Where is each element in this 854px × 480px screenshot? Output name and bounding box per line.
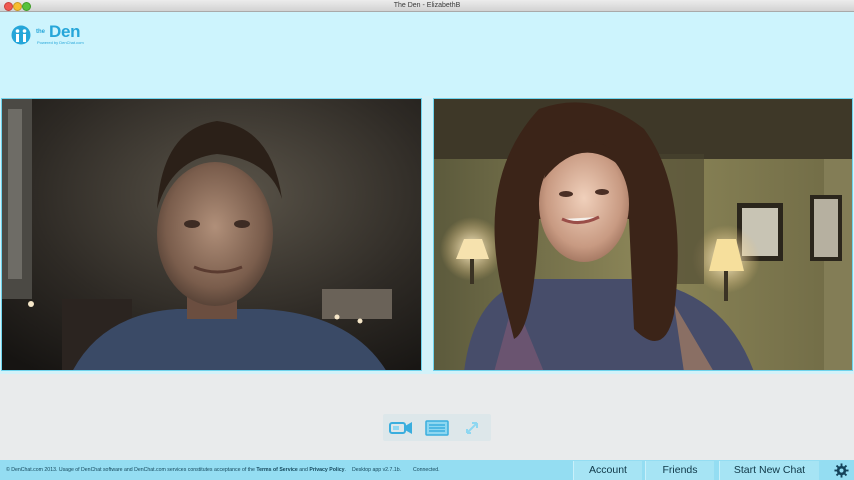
logo-tagline: Powered by DenChat.com bbox=[37, 40, 84, 45]
copyright-text: © DenChat.com 2013. Usage of DenChat sof… bbox=[6, 467, 257, 473]
resize-button[interactable] bbox=[460, 419, 486, 437]
connection-status: Connected. bbox=[413, 467, 440, 473]
app-footer: © DenChat.com 2013. Usage of DenChat sof… bbox=[0, 460, 854, 480]
video-feed-left bbox=[2, 99, 421, 370]
logo-text-big: Den bbox=[49, 22, 81, 41]
and-text: and bbox=[297, 467, 310, 473]
camera-icon bbox=[389, 421, 412, 434]
remote-video-left[interactable] bbox=[1, 98, 422, 371]
footer-legal-text: © DenChat.com 2013. Usage of DenChat sof… bbox=[6, 460, 440, 480]
remote-video-right[interactable] bbox=[433, 98, 853, 371]
start-new-chat-button[interactable]: Start New Chat bbox=[719, 461, 819, 480]
camera-button[interactable] bbox=[388, 419, 414, 437]
account-button[interactable]: Account bbox=[573, 461, 642, 480]
video-feed-right bbox=[434, 99, 852, 370]
chat-icon bbox=[425, 419, 449, 436]
window-title: The Den - ElizabethB bbox=[393, 2, 461, 9]
friends-button[interactable]: Friends bbox=[645, 461, 714, 480]
app-version: Desktop app v2.7.1b. bbox=[352, 467, 402, 473]
gear-icon[interactable] bbox=[834, 463, 849, 478]
period-text: . bbox=[344, 467, 346, 473]
resize-icon bbox=[466, 421, 478, 434]
app-header: the Den Powered by DenChat.com bbox=[0, 12, 854, 96]
window-titlebar: The Den - ElizabethB bbox=[0, 0, 854, 12]
terms-of-service-link[interactable]: Terms of Service bbox=[256, 467, 297, 473]
den-logo-icon bbox=[11, 25, 31, 45]
logo-text-small: the bbox=[36, 29, 45, 35]
privacy-policy-link[interactable]: Privacy Policy bbox=[309, 467, 344, 473]
chat-button[interactable] bbox=[424, 419, 450, 437]
call-controls bbox=[383, 414, 491, 441]
